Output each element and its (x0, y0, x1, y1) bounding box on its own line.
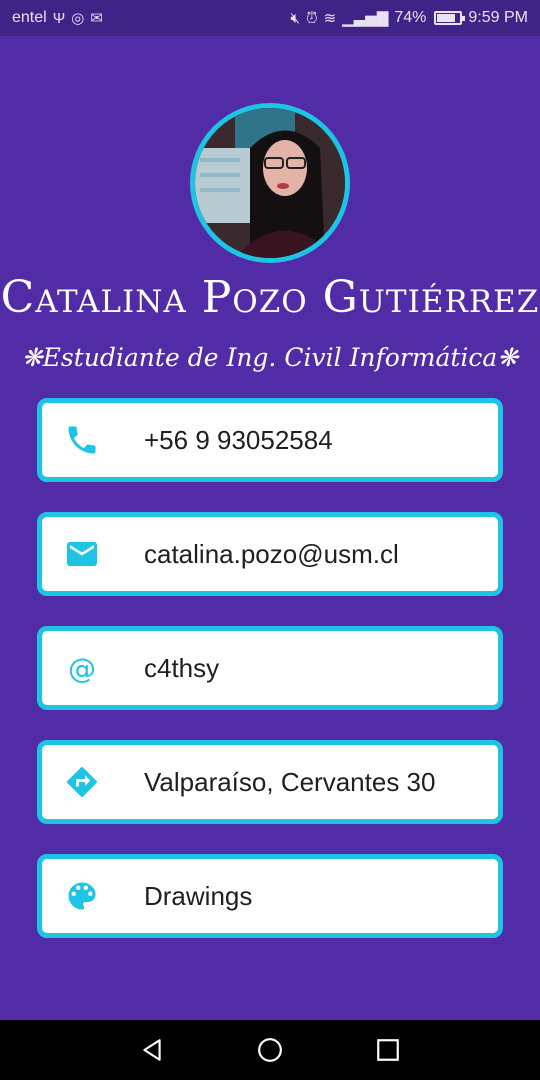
address-card[interactable]: Valparaíso, Cervantes 30 (37, 740, 503, 824)
battery-icon (434, 11, 466, 25)
gmail-icon: ✉ (90, 10, 103, 27)
status-bar: entel Ψ ◎ ✉ 🔇︎ ⏰︎ ≋ ▁▃▅▇ 74% 9:59 PM (0, 0, 540, 36)
battery-percent: 74% (394, 9, 427, 26)
palette-icon (42, 859, 144, 933)
wifi-icon: ≋ (323, 10, 337, 27)
instagram-icon: ◎ (71, 10, 85, 27)
address-value: Valparaíso, Cervantes 30 (144, 766, 436, 797)
profile-subtitle: ❋Estudiante de Ing. Civil Informática❋ (21, 343, 519, 372)
avatar-image (195, 108, 345, 258)
profile-avatar (190, 103, 350, 263)
profile-name: Catalina Pozo Gutiérrez (0, 272, 540, 323)
drawings-value: Drawings (144, 880, 253, 911)
status-left: entel Ψ ◎ ✉ (12, 9, 103, 27)
username-value: c4thsy (144, 652, 220, 683)
phone-value: +56 9 93052584 (144, 424, 333, 455)
mute-icon: 🔇︎ (290, 9, 300, 27)
signal-icon: ▁▃▅▇ (342, 10, 389, 27)
phone-icon (42, 403, 144, 477)
home-icon[interactable] (257, 1037, 283, 1063)
alarm-icon: ⏰︎ (305, 9, 318, 27)
carrier-label: entel (12, 9, 47, 26)
email-value: catalina.pozo@usm.cl (144, 538, 399, 569)
drawings-card[interactable]: Drawings (37, 854, 503, 938)
email-icon (42, 517, 144, 591)
email-card[interactable]: catalina.pozo@usm.cl (37, 512, 503, 596)
username-card[interactable]: @ c4thsy (37, 626, 503, 710)
recents-icon[interactable] (375, 1037, 401, 1063)
at-icon: @ (68, 651, 96, 685)
status-right: 🔇︎ ⏰︎ ≋ ▁▃▅▇ 74% 9:59 PM (290, 9, 528, 27)
directions-icon (42, 745, 144, 819)
navigation-bar (0, 1020, 540, 1080)
back-icon[interactable] (139, 1037, 165, 1063)
clock: 9:59 PM (468, 9, 528, 26)
phone-card[interactable]: +56 9 93052584 (37, 398, 503, 482)
usb-icon: Ψ (52, 9, 66, 27)
